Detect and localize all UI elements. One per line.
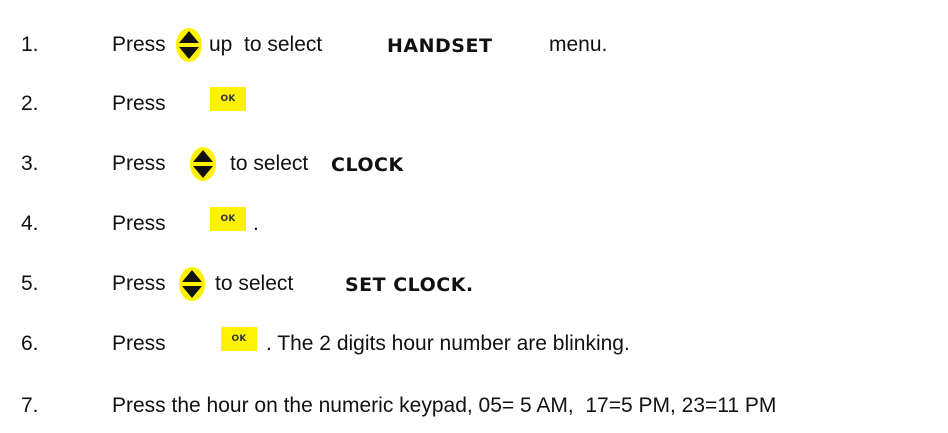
step-number: 2. — [21, 92, 39, 115]
step-text-tail: menu. — [549, 33, 608, 56]
ok-icon-label: OK — [220, 94, 236, 104]
step-menu-name: HANDSET — [387, 35, 493, 57]
step-text-press: Press — [112, 212, 166, 235]
up-down-nav-icon — [176, 28, 202, 62]
step-text-tail: . — [253, 212, 259, 235]
step-1: 1. Press up to select HANDSET menu. — [0, 28, 948, 70]
step-number: 3. — [21, 152, 39, 175]
step-text: Press the hour on the numeric keypad, 05… — [112, 394, 777, 417]
step-text-press: Press — [112, 92, 166, 115]
ok-icon-label: OK — [220, 214, 236, 224]
step-text-after: to select — [215, 272, 294, 295]
ok-button-icon: OK — [221, 327, 257, 351]
ok-icon-label: OK — [231, 334, 247, 344]
step-text-tail: . The 2 digits hour number are blinking. — [266, 332, 630, 355]
step-menu-name: CLOCK — [331, 154, 404, 176]
step-text-after: up to select — [209, 33, 323, 56]
step-number: 7. — [21, 394, 39, 417]
step-menu-name: SET CLOCK. — [345, 274, 474, 296]
step-number: 4. — [21, 212, 39, 235]
ok-button-icon: OK — [210, 87, 246, 111]
ok-button-icon: OK — [210, 207, 246, 231]
step-4: 4. Press OK . — [0, 207, 948, 251]
step-number: 1. — [21, 33, 39, 56]
step-text-press: Press — [112, 152, 166, 175]
step-5: 5. Press to select SET CLOCK. — [0, 267, 948, 311]
step-3: 3. Press to select CLOCK . — [0, 147, 948, 191]
step-text-after: to select — [230, 152, 309, 175]
step-text-press: Press — [112, 332, 166, 355]
step-7: 7. Press the hour on the numeric keypad,… — [0, 393, 948, 433]
up-down-nav-icon — [190, 147, 216, 181]
step-number: 6. — [21, 332, 39, 355]
step-text-tail: . — [398, 152, 404, 175]
step-text-press: Press — [112, 272, 166, 295]
step-number: 5. — [21, 272, 39, 295]
up-down-nav-icon — [179, 267, 205, 301]
instructions-page: 1. Press up to select HANDSET menu. 2. P… — [0, 0, 948, 433]
step-text-press: Press — [112, 33, 166, 56]
step-2: 2. Press OK — [0, 87, 948, 131]
step-6: 6. Press OK . The 2 digits hour number a… — [0, 327, 948, 371]
